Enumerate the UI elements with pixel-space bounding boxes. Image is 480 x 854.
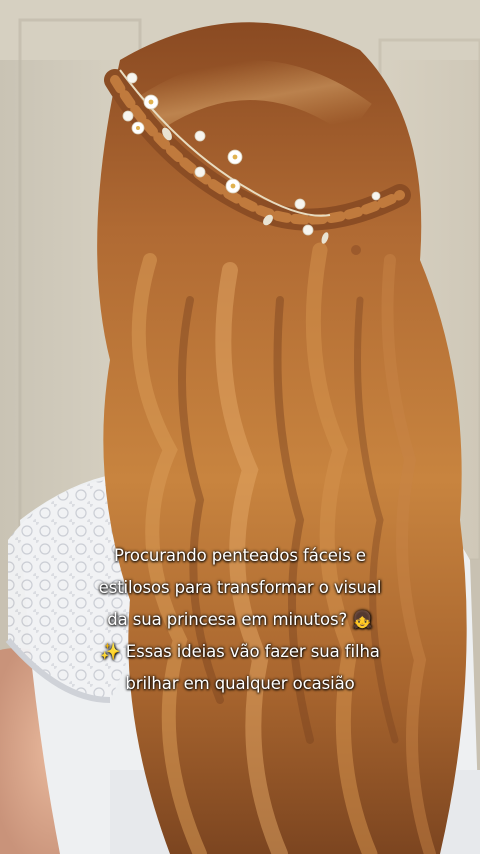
caption-line-4: ✨ Essas ideias vão fazer sua filha: [100, 642, 380, 661]
caption-line-3: da sua princesa em minutos? 👧: [107, 610, 373, 629]
post-caption: Procurando penteados fáceis e estilosos …: [62, 540, 418, 700]
caption-line-2: estilosos para transformar o visual: [98, 578, 382, 597]
reel-viewport[interactable]: Procurando penteados fáceis e estilosos …: [0, 0, 480, 854]
caption-line-1: Procurando penteados fáceis e: [114, 546, 366, 565]
caption-line-5: brilhar em qualquer ocasião: [125, 674, 355, 693]
hairstyle-photo: [0, 0, 480, 854]
